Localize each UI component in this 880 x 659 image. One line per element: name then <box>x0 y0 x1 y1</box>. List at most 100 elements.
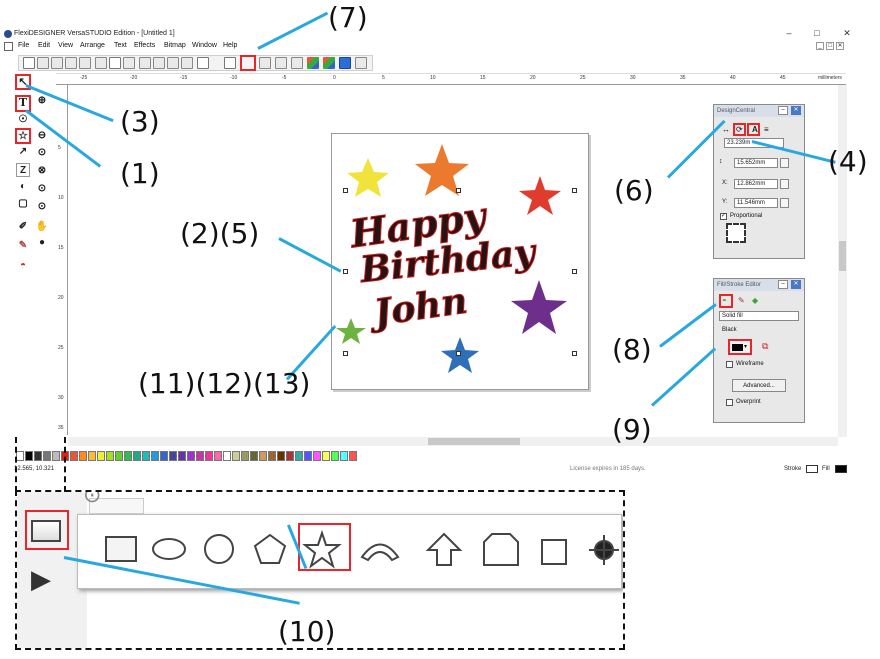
wireframe-checkbox[interactable] <box>726 361 733 368</box>
palette-swatch[interactable] <box>160 451 168 461</box>
rectangle-tool-icon[interactable]: ▢ <box>16 197 30 211</box>
palette-swatch[interactable] <box>133 451 141 461</box>
arrow-up-icon[interactable] <box>425 532 463 566</box>
menu-arrange[interactable]: Arrange <box>80 42 105 49</box>
polygon-icon[interactable] <box>483 533 519 566</box>
selection-handle[interactable] <box>456 188 461 193</box>
sample-icon[interactable]: ● <box>35 236 49 250</box>
vertical-scrollbar[interactable] <box>838 85 847 437</box>
selection-handle[interactable] <box>572 188 577 193</box>
minimize-button[interactable]: – <box>782 28 796 38</box>
design-central-icon[interactable] <box>197 57 209 69</box>
zoom-icon[interactable] <box>291 57 303 69</box>
export-icon[interactable] <box>79 57 91 69</box>
palette-swatch[interactable] <box>322 451 330 461</box>
palette-swatch[interactable] <box>70 451 78 461</box>
swap-color-icon[interactable]: ⧉ <box>762 341 768 352</box>
zoom-in-icon[interactable]: ⊕ <box>35 94 49 108</box>
palette-swatch[interactable] <box>124 451 132 461</box>
shape-edit-icon[interactable]: ☉ <box>16 113 30 127</box>
palette-swatch[interactable] <box>169 451 177 461</box>
menu-text[interactable]: Text <box>114 42 127 49</box>
anchor-icon[interactable] <box>726 223 746 243</box>
document-icon[interactable] <box>4 42 13 51</box>
palette-swatch[interactable] <box>43 451 51 461</box>
redo-icon[interactable] <box>153 57 165 69</box>
palette-swatch[interactable] <box>25 451 33 461</box>
open-file-icon[interactable] <box>37 57 49 69</box>
rectangle-icon[interactable] <box>105 536 137 562</box>
height-spinner[interactable] <box>780 158 789 168</box>
star-yellow[interactable] <box>347 158 389 197</box>
palette-swatch[interactable] <box>331 451 339 461</box>
menu-view[interactable]: View <box>58 42 73 49</box>
node-select-icon[interactable]: ▶ <box>31 564 51 595</box>
palette-swatch[interactable] <box>52 451 60 461</box>
menu-help[interactable]: Help <box>223 42 237 49</box>
rectangle-flyout-icon[interactable] <box>31 520 61 542</box>
palette-swatch[interactable] <box>196 451 204 461</box>
dimension-icon[interactable] <box>541 539 567 565</box>
settings-icon[interactable] <box>275 57 287 69</box>
palette-swatch[interactable] <box>214 451 222 461</box>
palette-swatch[interactable] <box>250 451 258 461</box>
menu-effects[interactable]: Effects <box>134 42 155 49</box>
effects-tab-icon[interactable]: ◆ <box>752 296 758 305</box>
artboard-page[interactable]: Happy Birthday John <box>331 133 589 390</box>
menu-bitmap[interactable]: Bitmap <box>164 42 186 49</box>
pentagon-icon[interactable] <box>253 533 287 564</box>
circle-icon[interactable] <box>204 534 234 564</box>
panel-close-icon[interactable]: ✕ <box>791 106 801 115</box>
palette-swatch[interactable] <box>295 451 303 461</box>
palette-swatch[interactable] <box>223 451 231 461</box>
pen-tool-icon[interactable]: ✎ <box>16 239 30 253</box>
contour-tool-icon[interactable]: ◐ <box>16 180 30 194</box>
palette-swatch[interactable] <box>178 451 186 461</box>
overprint-checkbox[interactable] <box>726 399 733 406</box>
arc-icon[interactable] <box>360 543 400 562</box>
star-purple[interactable] <box>511 280 567 334</box>
zoom-all-icon[interactable]: ⊙ <box>35 146 49 160</box>
palette-swatch[interactable] <box>241 451 249 461</box>
selection-handle[interactable] <box>343 269 348 274</box>
palette-swatch[interactable] <box>277 451 285 461</box>
cloud-icon[interactable] <box>355 57 367 69</box>
y-spinner[interactable] <box>780 198 789 208</box>
selection-handle[interactable] <box>572 351 577 356</box>
maximize-button[interactable]: □ <box>810 28 824 38</box>
zoom-selection-icon[interactable]: ⊙ <box>35 182 49 196</box>
copy-icon[interactable] <box>109 57 121 69</box>
menu-window[interactable]: Window <box>192 42 217 49</box>
doc-restore-button[interactable]: □ <box>826 42 834 50</box>
proportional-checkbox[interactable]: ✓ <box>720 213 727 220</box>
selection-handle[interactable] <box>456 351 461 356</box>
print-icon[interactable] <box>339 57 351 69</box>
palette-swatch[interactable] <box>340 451 348 461</box>
color-picker-button[interactable]: ▾ <box>728 339 752 355</box>
doc-close-button[interactable]: ✕ <box>836 42 844 50</box>
star-red[interactable] <box>519 176 561 215</box>
menu-edit[interactable]: Edit <box>38 42 50 49</box>
stroke-tab-icon[interactable]: ✎ <box>738 296 745 305</box>
palette-swatch[interactable] <box>16 451 24 461</box>
save-icon[interactable] <box>51 57 63 69</box>
v-scroll-thumb[interactable] <box>839 241 846 271</box>
zoom-out-icon[interactable]: ⊖ <box>35 129 49 143</box>
redo-2-icon[interactable] <box>181 57 193 69</box>
import-icon[interactable] <box>65 57 77 69</box>
x-spinner[interactable] <box>780 179 789 189</box>
y-field[interactable]: 11.546mm <box>734 198 778 208</box>
palette-swatch[interactable] <box>259 451 267 461</box>
ellipse-icon[interactable] <box>152 538 186 560</box>
panel-minimize-icon[interactable]: – <box>778 106 788 115</box>
palette-swatch[interactable] <box>205 451 213 461</box>
star-green[interactable] <box>336 318 366 344</box>
palette-swatch[interactable] <box>232 451 240 461</box>
fill-stroke-icon[interactable] <box>224 57 236 69</box>
palette-swatch[interactable] <box>115 451 123 461</box>
fill-swatch[interactable] <box>835 465 847 473</box>
palette-swatch[interactable] <box>349 451 357 461</box>
panel-minimize-icon[interactable]: – <box>778 280 788 289</box>
stroke-swatch[interactable] <box>806 465 818 473</box>
doc-minimize-button[interactable]: _ <box>816 42 824 50</box>
